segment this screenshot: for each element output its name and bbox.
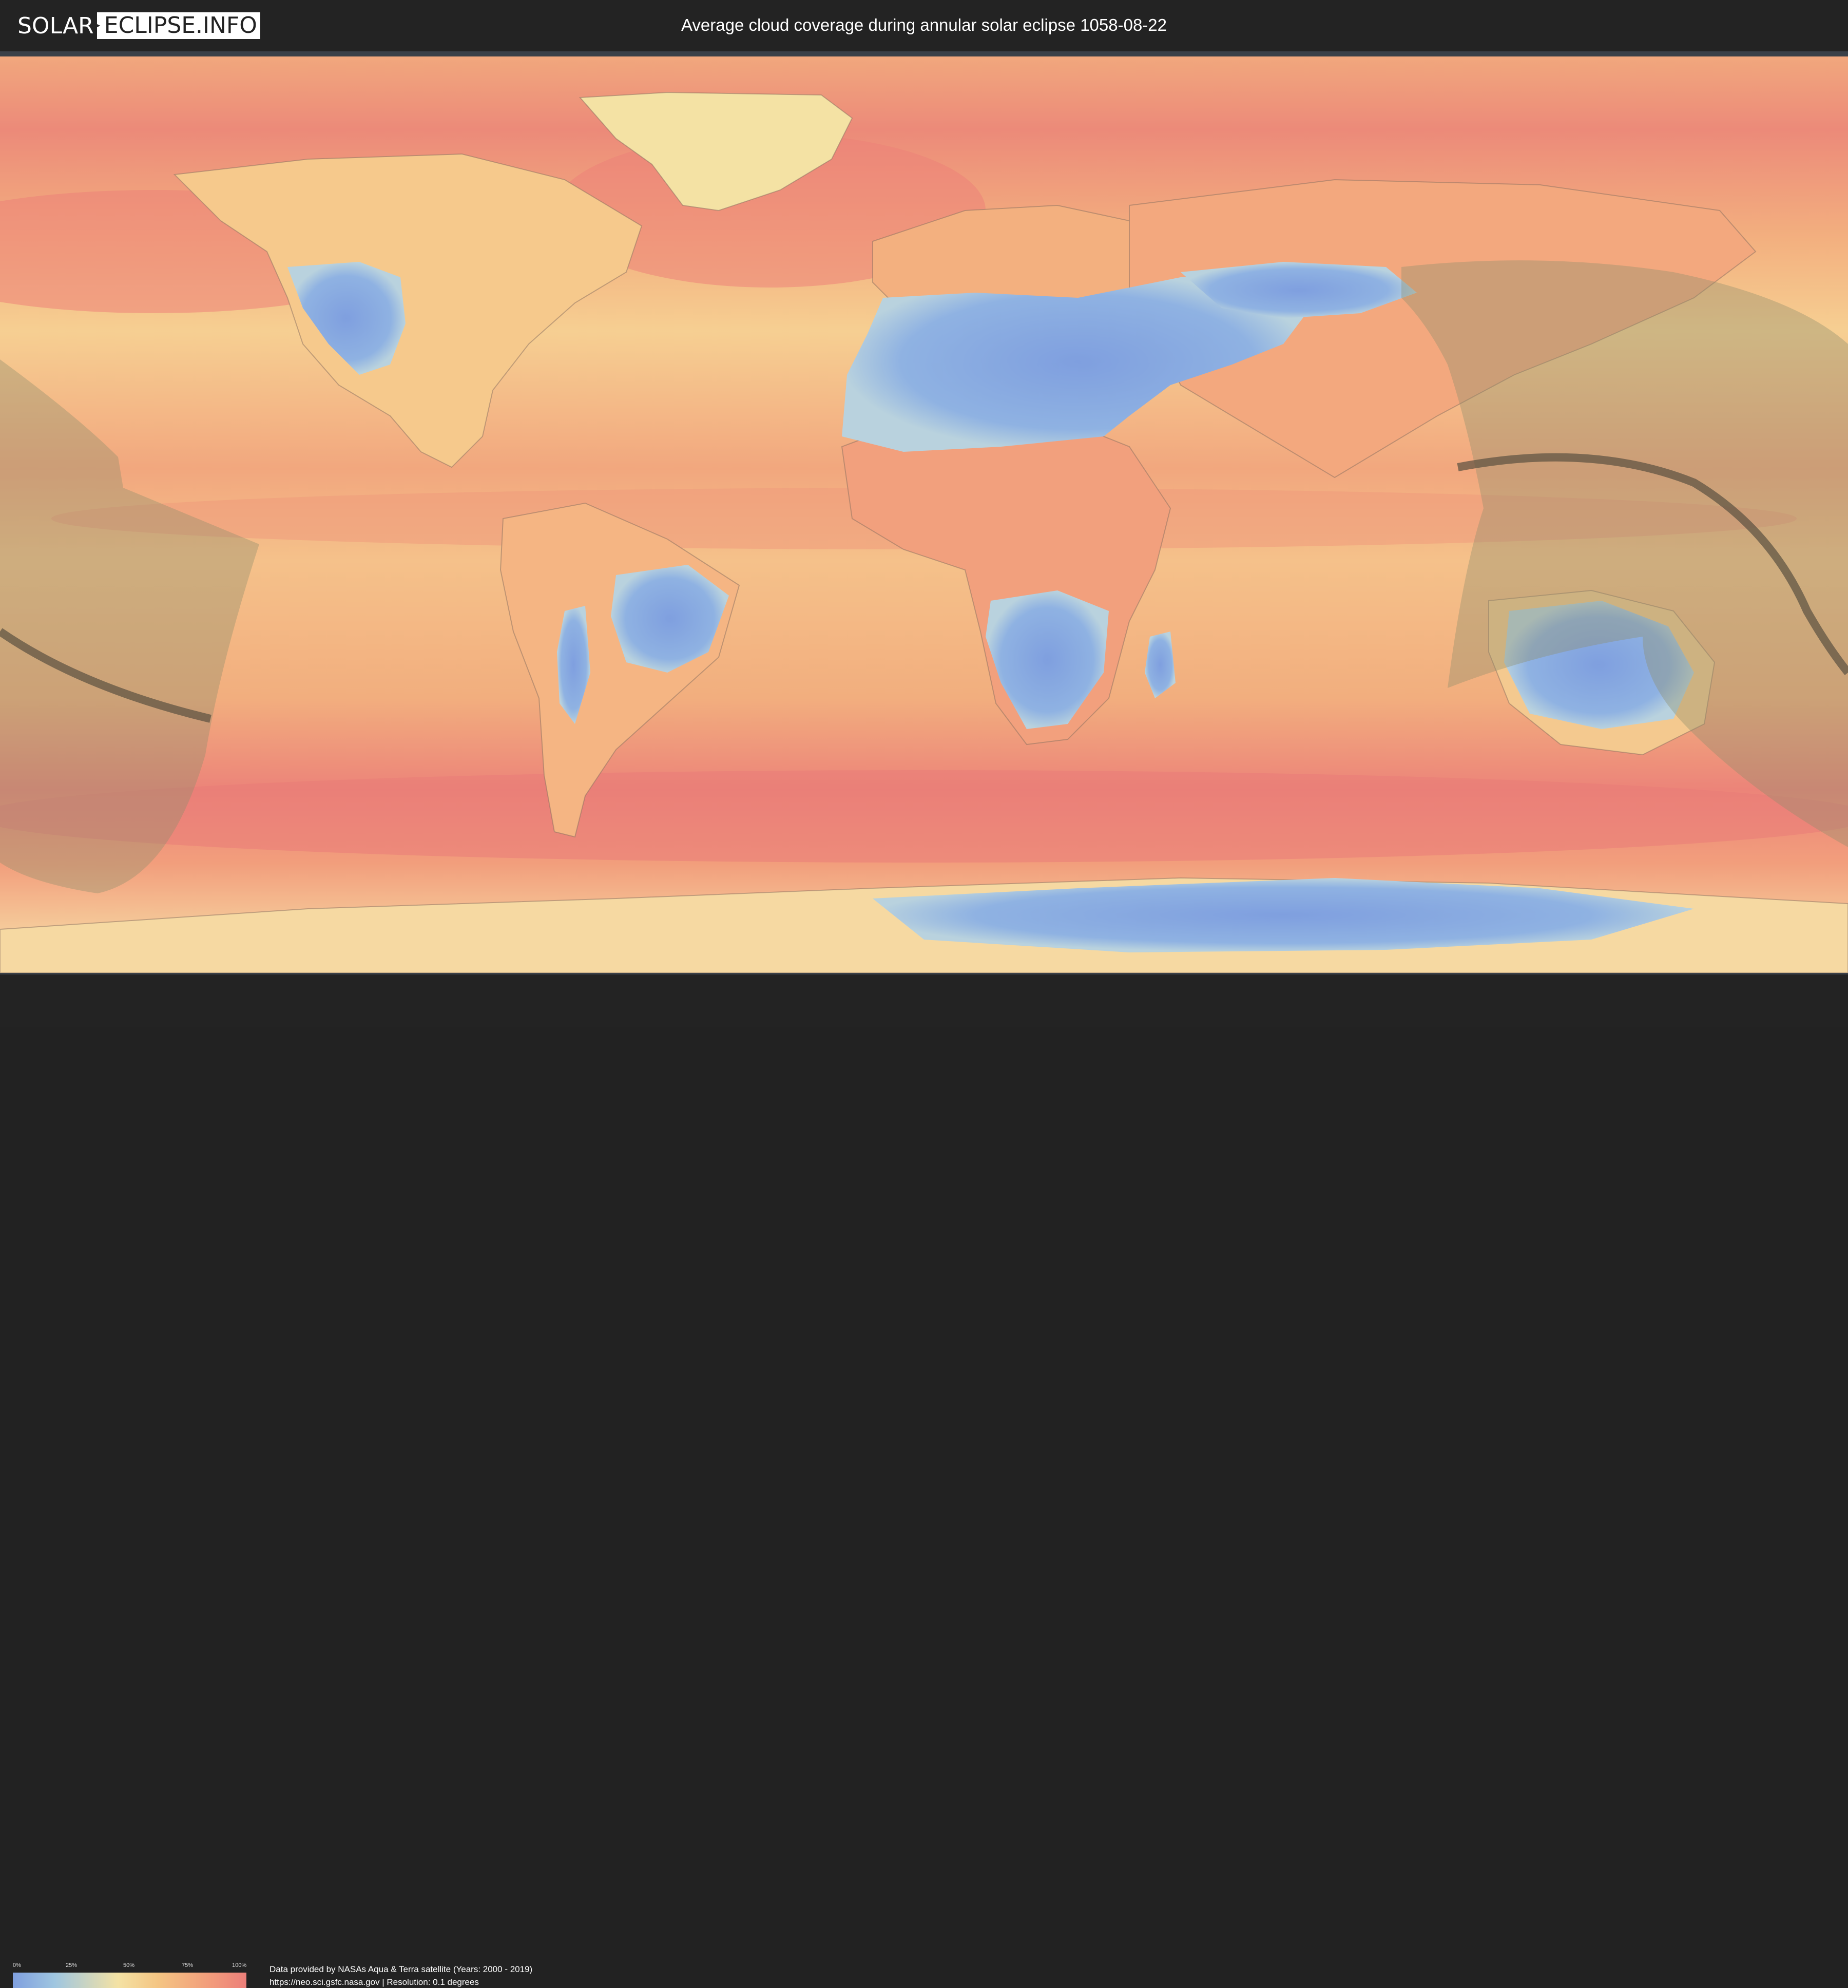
data-source-credit: Data provided by NASAs Aqua & Terra sate… [270,1964,533,1974]
legend-tick-50: 50% [123,1962,135,1968]
legend-tick-25: 25% [66,1962,78,1968]
cloud-coverage-map[interactable] [0,56,1848,973]
legend-color-bar [13,1973,246,1988]
legend-tick-100: 100% [232,1962,247,1968]
footer-bar: 0% 25% 50% 75% 100% Data provided by NAS… [0,974,1848,1988]
legend-tick-75: 75% [182,1962,194,1968]
data-source-url[interactable]: https://neo.sci.gsfc.nasa.gov | Resoluti… [270,1977,479,1988]
header-bar: SOLAR ➤ ECLIPSE.INFO Average cloud covera… [0,0,1848,51]
page-title: Average cloud coverage during annular so… [681,15,1167,34]
legend-tick-0: 0% [13,1962,21,1968]
southern-ocean-band [0,770,1848,863]
